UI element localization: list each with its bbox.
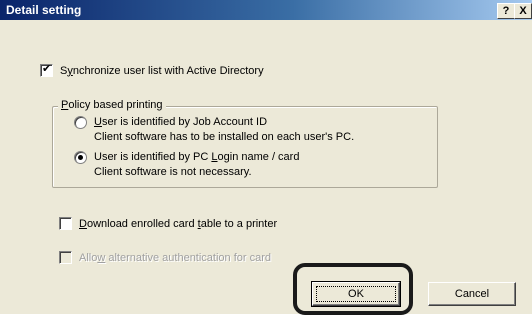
- cancel-button[interactable]: Cancel: [428, 282, 516, 306]
- radio-job-account-label: User is identified by Job Account ID: [94, 116, 268, 128]
- download-card-table-row[interactable]: Download enrolled card table to a printe…: [59, 217, 277, 230]
- sync-ad-label: Synchronize user list with Active Direct…: [60, 64, 264, 77]
- policy-group-legend: Policy based printing: [58, 99, 166, 111]
- detail-setting-dialog: Detail setting ? X Synchronize user list…: [0, 0, 532, 314]
- radio-pc-login-row[interactable]: User is identified by PC Login name / ca…: [74, 150, 299, 180]
- help-button[interactable]: ?: [497, 3, 515, 19]
- close-button[interactable]: X: [514, 3, 532, 19]
- radio-pc-login-label: User is identified by PC Login name / ca…: [94, 151, 300, 163]
- alt-auth-checkbox: [59, 251, 72, 264]
- sync-ad-checkbox[interactable]: [40, 62, 53, 77]
- radio-pc-login-note: Client software is not necessary.: [94, 166, 252, 178]
- radio-job-account-row[interactable]: User is identified by Job Account ID Cli…: [74, 115, 354, 145]
- title-bar: Detail setting ? X: [0, 0, 532, 20]
- dialog-title: Detail setting: [6, 3, 82, 17]
- ok-highlight-callout: [293, 263, 413, 315]
- download-card-table-checkbox[interactable]: [59, 217, 72, 230]
- alt-auth-row: Allow alternative authentication for car…: [59, 251, 271, 264]
- download-card-table-label: Download enrolled card table to a printe…: [79, 217, 278, 230]
- sync-ad-checkbox-row[interactable]: Synchronize user list with Active Direct…: [40, 62, 264, 77]
- radio-job-account[interactable]: [74, 116, 87, 129]
- radio-job-account-note: Client software has to be installed on e…: [94, 131, 355, 143]
- radio-pc-login[interactable]: [74, 151, 87, 164]
- alt-auth-label: Allow alternative authentication for car…: [79, 251, 272, 264]
